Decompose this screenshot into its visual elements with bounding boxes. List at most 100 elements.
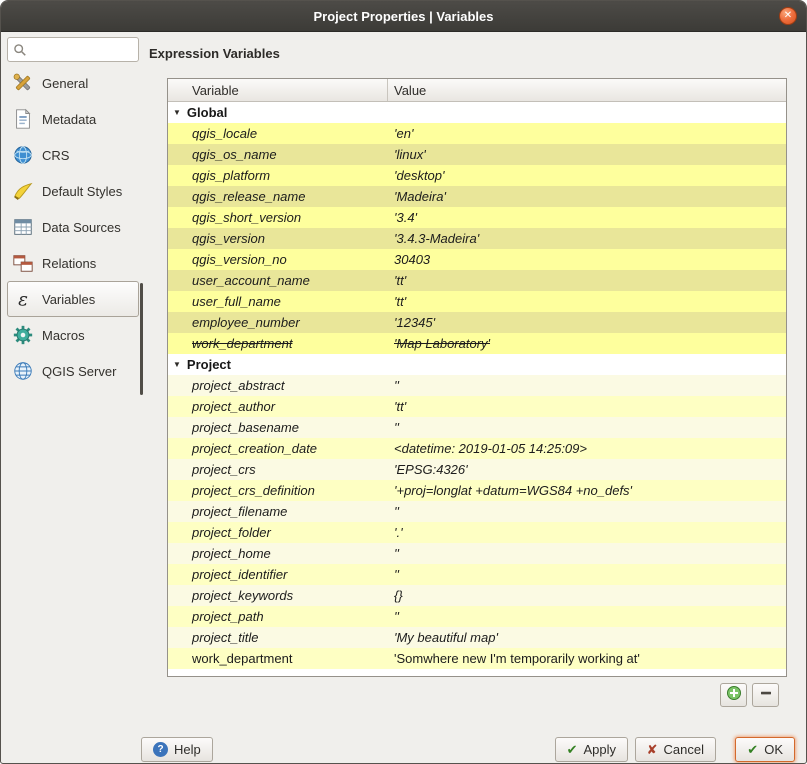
- variable-value[interactable]: 'tt': [388, 273, 786, 288]
- variable-row[interactable]: qgis_release_name'Madeira': [168, 186, 786, 207]
- variable-name[interactable]: employee_number: [168, 315, 388, 330]
- variable-name[interactable]: project_identifier: [168, 567, 388, 582]
- ok-button[interactable]: ✔ OK: [735, 737, 795, 762]
- sidebar-item-metadata[interactable]: Metadata: [7, 101, 139, 137]
- variable-name[interactable]: qgis_version_no: [168, 252, 388, 267]
- variable-value[interactable]: 'tt': [388, 399, 786, 414]
- variable-value[interactable]: '3.4.3-Madeira': [388, 231, 786, 246]
- variable-row[interactable]: employee_number'12345': [168, 312, 786, 333]
- variable-row[interactable]: qgis_locale'en': [168, 123, 786, 144]
- cancel-button[interactable]: ✘ Cancel: [635, 737, 716, 762]
- sidebar-item-default-styles[interactable]: Default Styles: [7, 173, 139, 209]
- variable-row[interactable]: project_abstract'': [168, 375, 786, 396]
- variable-value[interactable]: <datetime: 2019-01-05 14:25:09>: [388, 441, 786, 456]
- sidebar-item-crs[interactable]: CRS: [7, 137, 139, 173]
- variable-name[interactable]: project_crs_definition: [168, 483, 388, 498]
- add-variable-button[interactable]: [720, 683, 747, 707]
- variable-row[interactable]: project_title'My beautiful map': [168, 627, 786, 648]
- collapse-triangle-icon[interactable]: ▼: [173, 108, 181, 117]
- variable-name[interactable]: project_title: [168, 630, 388, 645]
- variable-value[interactable]: 30403: [388, 252, 786, 267]
- sidebar-item-general[interactable]: General: [7, 65, 139, 101]
- variable-row[interactable]: user_full_name'tt': [168, 291, 786, 312]
- variable-row[interactable]: project_identifier'': [168, 564, 786, 585]
- variable-value[interactable]: '': [388, 609, 786, 624]
- variable-row[interactable]: qgis_version'3.4.3-Madeira': [168, 228, 786, 249]
- variable-name[interactable]: qgis_short_version: [168, 210, 388, 225]
- variable-row[interactable]: project_keywords{}: [168, 585, 786, 606]
- variable-row[interactable]: project_basename'': [168, 417, 786, 438]
- search-box[interactable]: [7, 37, 139, 62]
- variable-value[interactable]: 'en': [388, 126, 786, 141]
- variable-value[interactable]: 'desktop': [388, 168, 786, 183]
- sidebar-item-relations[interactable]: Relations: [7, 245, 139, 281]
- variable-value[interactable]: '': [388, 504, 786, 519]
- variable-name[interactable]: qgis_os_name: [168, 147, 388, 162]
- variable-row[interactable]: user_account_name'tt': [168, 270, 786, 291]
- variable-row[interactable]: work_department'Map Laboratory': [168, 333, 786, 354]
- variable-name[interactable]: project_creation_date: [168, 441, 388, 456]
- variable-value[interactable]: '3.4': [388, 210, 786, 225]
- sidebar-scrollbar[interactable]: [140, 283, 143, 395]
- variable-value[interactable]: '.': [388, 525, 786, 540]
- variable-value[interactable]: {}: [388, 588, 786, 603]
- column-header-value[interactable]: Value: [388, 79, 786, 101]
- variable-name[interactable]: qgis_locale: [168, 126, 388, 141]
- variable-value[interactable]: '+proj=longlat +datum=WGS84 +no_defs': [388, 483, 786, 498]
- variable-row[interactable]: qgis_short_version'3.4': [168, 207, 786, 228]
- search-input[interactable]: [31, 42, 133, 58]
- variable-name[interactable]: project_basename: [168, 420, 388, 435]
- sidebar-item-qgis-server[interactable]: QGIS Server: [7, 353, 139, 389]
- variable-value[interactable]: 'EPSG:4326': [388, 462, 786, 477]
- sidebar-item-macros[interactable]: Macros: [7, 317, 139, 353]
- variable-value[interactable]: 'Somwhere new I'm temporarily working at…: [388, 651, 786, 666]
- variable-row[interactable]: work_department'Somwhere new I'm tempora…: [168, 648, 786, 669]
- group-row-global[interactable]: ▼Global: [168, 102, 786, 123]
- variable-name[interactable]: user_account_name: [168, 273, 388, 288]
- variable-name[interactable]: project_filename: [168, 504, 388, 519]
- variable-name[interactable]: project_folder: [168, 525, 388, 540]
- variable-name[interactable]: work_department: [168, 651, 388, 666]
- variable-value[interactable]: '': [388, 378, 786, 393]
- variable-name[interactable]: qgis_version: [168, 231, 388, 246]
- sidebar-item-data-sources[interactable]: Data Sources: [7, 209, 139, 245]
- variable-name[interactable]: qgis_platform: [168, 168, 388, 183]
- variable-name[interactable]: project_keywords: [168, 588, 388, 603]
- variable-value[interactable]: '': [388, 546, 786, 561]
- variable-value[interactable]: 'My beautiful map': [388, 630, 786, 645]
- variable-value[interactable]: 'tt': [388, 294, 786, 309]
- collapse-triangle-icon[interactable]: ▼: [173, 360, 181, 369]
- titlebar[interactable]: Project Properties | Variables ✕: [1, 1, 806, 32]
- variable-row[interactable]: project_folder'.': [168, 522, 786, 543]
- variable-name[interactable]: project_author: [168, 399, 388, 414]
- apply-button[interactable]: ✔ Apply: [555, 737, 628, 762]
- variable-name[interactable]: work_department: [168, 336, 388, 351]
- variable-value[interactable]: 'Map Laboratory': [388, 336, 786, 351]
- variable-row[interactable]: project_filename'': [168, 501, 786, 522]
- variable-row[interactable]: project_home'': [168, 543, 786, 564]
- variable-row[interactable]: qgis_platform'desktop': [168, 165, 786, 186]
- variable-row[interactable]: qgis_version_no30403: [168, 249, 786, 270]
- column-header-variable[interactable]: Variable: [168, 79, 388, 101]
- variable-value[interactable]: 'linux': [388, 147, 786, 162]
- variable-row[interactable]: qgis_os_name'linux': [168, 144, 786, 165]
- variable-row[interactable]: project_creation_date<datetime: 2019-01-…: [168, 438, 786, 459]
- help-button[interactable]: ? Help: [141, 737, 213, 762]
- variable-name[interactable]: project_path: [168, 609, 388, 624]
- variable-row[interactable]: project_path'': [168, 606, 786, 627]
- variable-name[interactable]: project_home: [168, 546, 388, 561]
- variable-row[interactable]: project_author'tt': [168, 396, 786, 417]
- variable-value[interactable]: '': [388, 567, 786, 582]
- variable-name[interactable]: user_full_name: [168, 294, 388, 309]
- variable-value[interactable]: '12345': [388, 315, 786, 330]
- variable-row[interactable]: project_crs'EPSG:4326': [168, 459, 786, 480]
- sidebar-item-variables[interactable]: εVariables: [7, 281, 139, 317]
- close-button[interactable]: ✕: [779, 7, 797, 25]
- variable-name[interactable]: project_abstract: [168, 378, 388, 393]
- variable-row[interactable]: project_crs_definition'+proj=longlat +da…: [168, 480, 786, 501]
- variable-name[interactable]: qgis_release_name: [168, 189, 388, 204]
- variable-name[interactable]: project_crs: [168, 462, 388, 477]
- group-row-project[interactable]: ▼Project: [168, 354, 786, 375]
- remove-variable-button[interactable]: [752, 683, 779, 707]
- variable-value[interactable]: 'Madeira': [388, 189, 786, 204]
